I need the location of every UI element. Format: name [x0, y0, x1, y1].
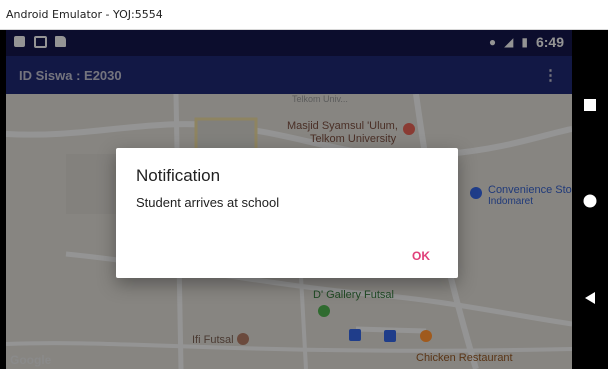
- restaurant-poi-icon[interactable]: [420, 330, 432, 342]
- bus-stop-icon[interactable]: [349, 329, 361, 341]
- map-label-masjid-line1: Masjid Syamsul 'Ulum,: [287, 120, 398, 132]
- ok-button[interactable]: OK: [412, 249, 430, 263]
- notification-dialog: Notification Student arrives at school O…: [116, 148, 458, 278]
- bus-stop-icon[interactable]: [384, 330, 396, 342]
- window-title: Android Emulator - YOJ:5554: [6, 8, 163, 21]
- mosque-poi-icon[interactable]: [403, 123, 415, 135]
- map-label-masjid-line2: Telkom University: [310, 133, 397, 145]
- circle-icon: [583, 194, 597, 208]
- google-logo: Google: [10, 353, 52, 367]
- square-icon: [584, 99, 596, 111]
- map-label-convenience-line2: Indomaret: [488, 196, 534, 207]
- shop-poi-icon[interactable]: [470, 187, 482, 199]
- map-label-telkom: Telkom Univ...: [292, 94, 348, 104]
- dialog-title: Notification: [136, 166, 221, 185]
- back-button[interactable]: [583, 291, 597, 305]
- recents-button[interactable]: [583, 98, 597, 112]
- navigation-bar: [572, 30, 608, 369]
- map-label-chicken: Chicken Restaurant: [416, 352, 513, 364]
- futsal-poi-icon[interactable]: [318, 305, 330, 317]
- android-screen: ● ◢ ▮ 6:49 ID Siswa : E2030 ⋮ Telkom Uni…: [6, 30, 572, 369]
- ifi-poi-icon[interactable]: [237, 333, 249, 345]
- dialog-message: Student arrives at school: [136, 195, 280, 210]
- home-button[interactable]: [583, 194, 597, 208]
- triangle-back-icon: [585, 292, 595, 304]
- emulator-window-titlebar: Android Emulator - YOJ:5554: [0, 0, 608, 30]
- map-label-convenience-line1: Convenience Sto: [488, 184, 572, 196]
- emulator-device: ● ◢ ▮ 6:49 ID Siswa : E2030 ⋮ Telkom Uni…: [0, 30, 608, 369]
- map-label-ifi: Ifi Futsal: [192, 334, 234, 346]
- map-label-dgallery: D' Gallery Futsal: [313, 289, 394, 301]
